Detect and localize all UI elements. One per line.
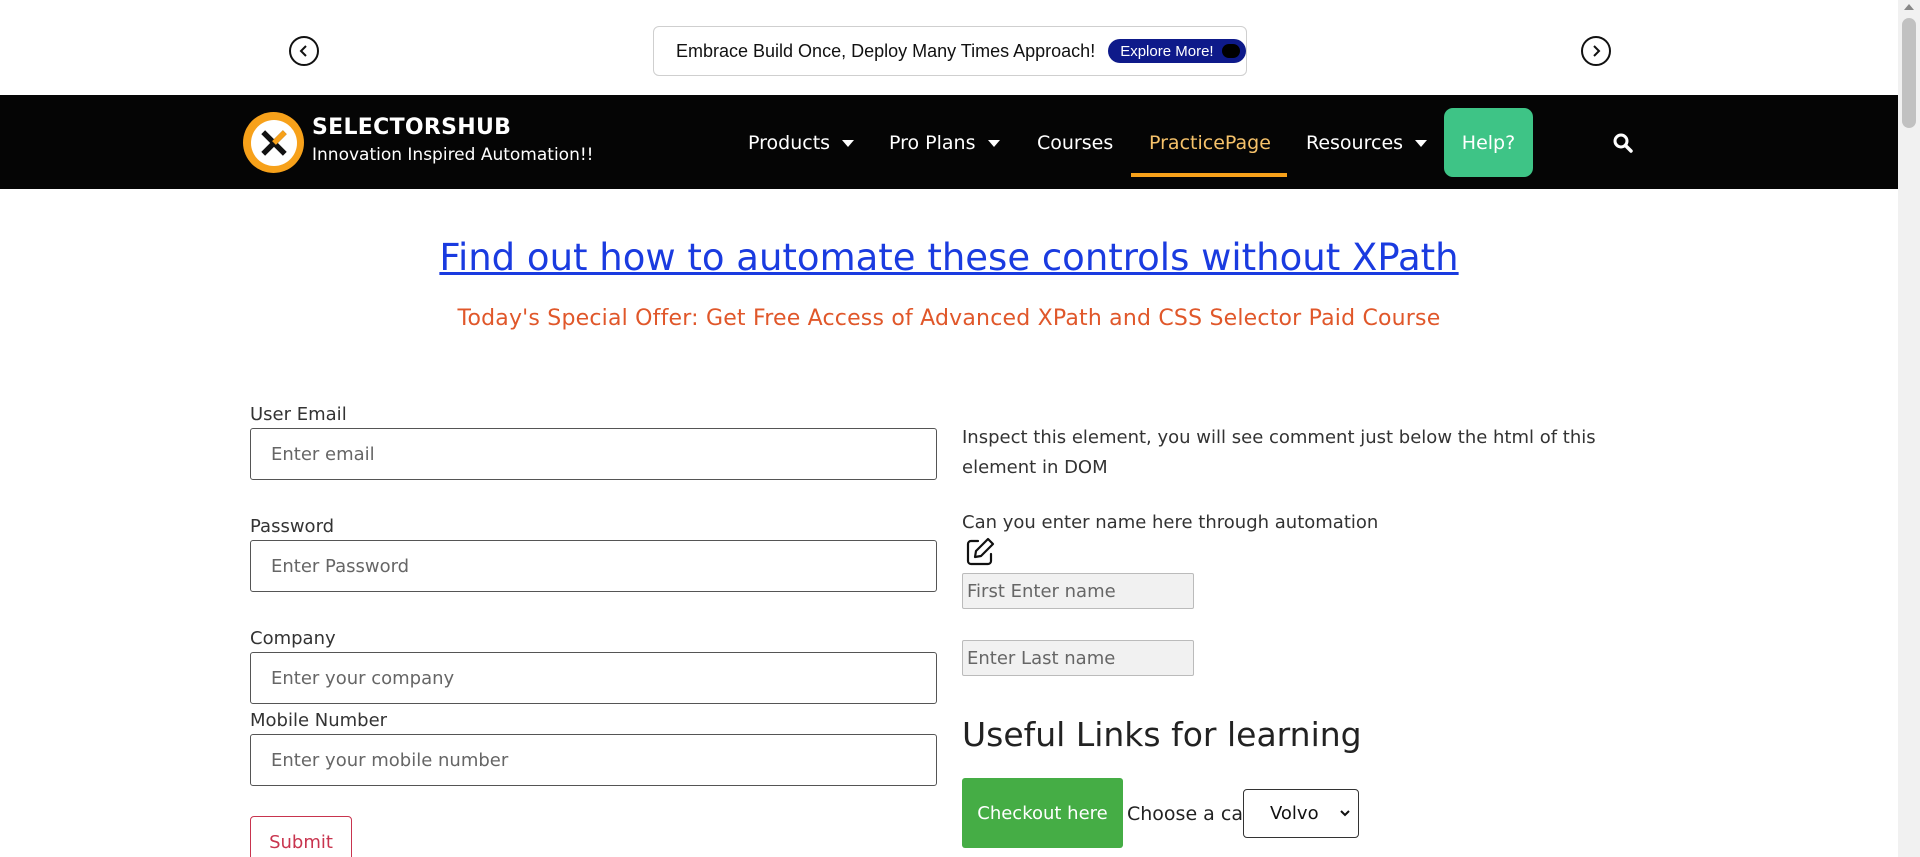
toggle-knob: [1219, 42, 1242, 60]
nav-label: Courses: [1037, 132, 1114, 154]
useful-links-heading: Useful Links for learning: [962, 715, 1362, 754]
announcement-bar: Embrace Build Once, Deploy Many Times Ap…: [0, 0, 1898, 95]
chevron-right-icon[interactable]: [1581, 36, 1611, 66]
special-offer-text: Today's Special Offer: Get Free Access o…: [457, 306, 1441, 331]
announcement-text: Embrace Build Once, Deploy Many Times Ap…: [676, 40, 1096, 61]
logo-mark-icon: [250, 119, 297, 166]
chevron-left-icon[interactable]: [289, 36, 319, 66]
nav-item-courses[interactable]: Courses: [1037, 108, 1113, 178]
caret-down-icon: [842, 139, 855, 147]
email-field[interactable]: [250, 428, 937, 480]
caret-down-icon: [987, 139, 1000, 147]
nav-item-practicepage[interactable]: PracticePage: [1149, 108, 1271, 178]
brand-logo[interactable]: [243, 112, 304, 173]
password-label: Password: [250, 516, 335, 537]
name-prompt-text: Can you enter name here through automati…: [962, 512, 1379, 533]
company-field[interactable]: [250, 652, 937, 704]
nav-label: PracticePage: [1149, 132, 1271, 154]
first-name-field[interactable]: [962, 573, 1194, 609]
nav-item-resources[interactable]: Resources: [1306, 108, 1428, 178]
page-scrollbar[interactable]: [1898, 0, 1920, 857]
company-label: Company: [250, 628, 336, 649]
scroll-thumb[interactable]: [1902, 18, 1916, 128]
nav-label: Resources: [1306, 132, 1404, 154]
automate-controls-link[interactable]: Find out how to automate these controls …: [0, 236, 1898, 279]
mobile-field[interactable]: [250, 734, 937, 786]
announcement-box: Embrace Build Once, Deploy Many Times Ap…: [653, 26, 1247, 76]
chevron-down-icon: [1340, 810, 1350, 817]
last-name-field[interactable]: [962, 640, 1194, 676]
email-label: User Email: [250, 404, 347, 425]
nav-label: Products: [748, 132, 831, 154]
help-button[interactable]: Help?: [1444, 108, 1533, 177]
checkout-button[interactable]: Checkout here: [962, 778, 1123, 848]
car-select[interactable]: Volvo: [1243, 789, 1359, 838]
car-selected-value: Volvo: [1270, 803, 1319, 824]
edit-icon[interactable]: [964, 536, 996, 568]
scroll-up-icon[interactable]: [1904, 4, 1914, 10]
caret-down-icon: [1415, 139, 1428, 147]
active-nav-indicator: [1131, 173, 1287, 177]
choose-car-label: Choose a car:: [1127, 803, 1257, 825]
nav-label: Pro Plans: [889, 132, 976, 154]
inspect-element-text: Inspect this element, you will see comme…: [962, 427, 1596, 478]
nav-item-products[interactable]: Products: [748, 108, 855, 178]
explore-more-label: Explore More!: [1120, 42, 1214, 60]
nav-item-pro-plans[interactable]: Pro Plans: [889, 108, 1000, 178]
mobile-label: Mobile Number: [250, 710, 388, 731]
search-icon[interactable]: [1613, 133, 1633, 153]
submit-button[interactable]: Submit: [250, 816, 352, 857]
brand-name[interactable]: SELECTORSHUB: [312, 115, 511, 140]
explore-more-button[interactable]: Explore More!: [1108, 39, 1246, 63]
brand-tagline: Innovation Inspired Automation!!: [312, 145, 594, 165]
password-field[interactable]: [250, 540, 937, 592]
